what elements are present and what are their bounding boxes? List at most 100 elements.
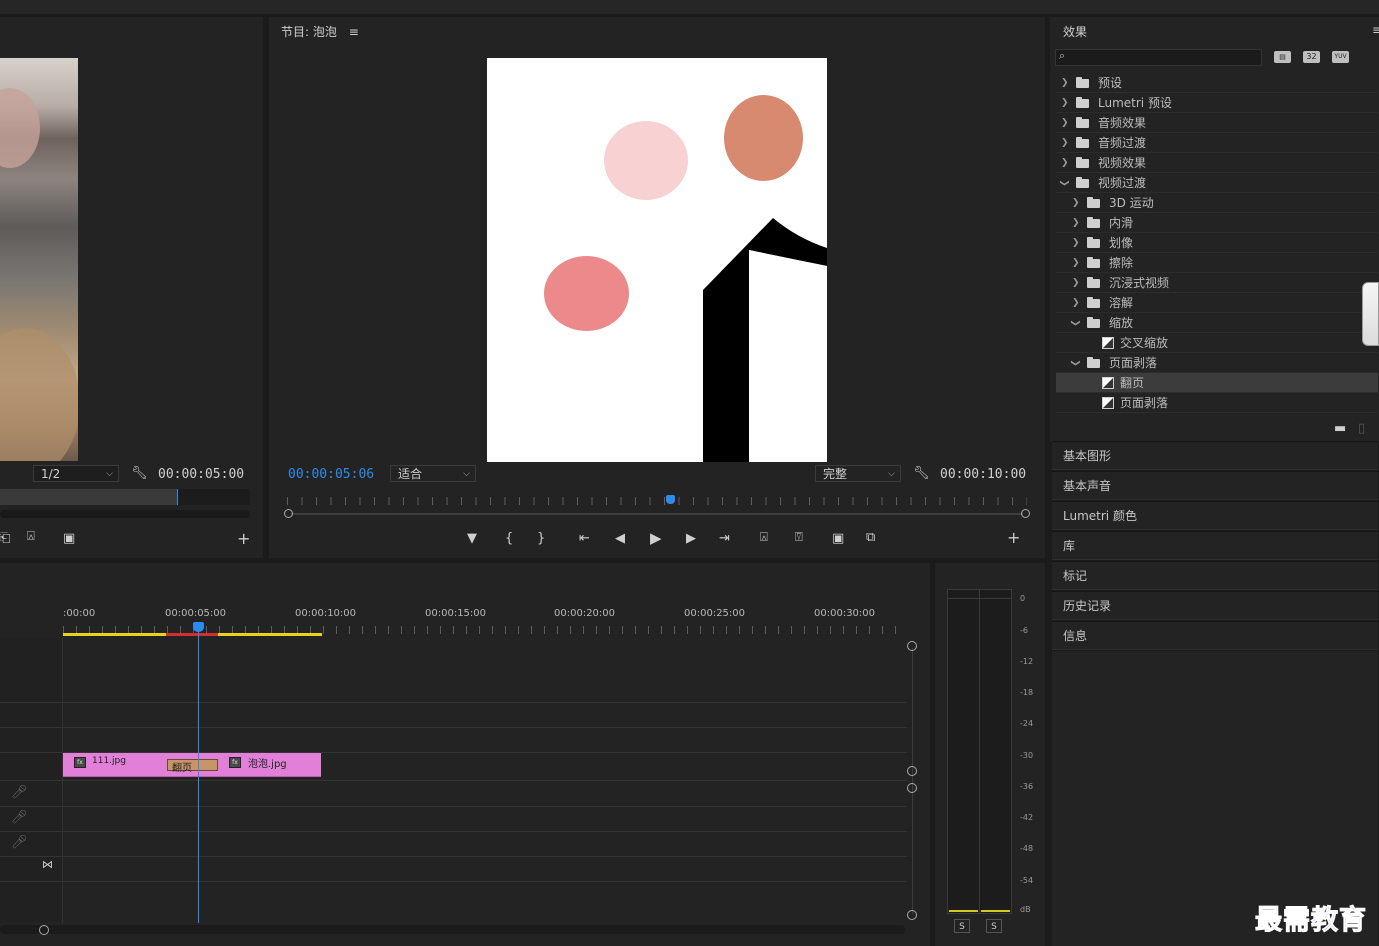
accelerated-effects-icon[interactable]: ▤	[1274, 51, 1291, 63]
track-divider-header	[0, 806, 62, 807]
top-tab-bar	[0, 0, 1379, 14]
overwrite-icon[interactable]: ⎗	[0, 532, 10, 546]
tree-item-immersive-video[interactable]: ❯ 沉浸式视频	[1056, 273, 1378, 293]
step-back-icon[interactable]: ◀	[615, 532, 625, 546]
source-scrub-bar[interactable]	[0, 489, 250, 505]
tree-item-presets[interactable]: ❯ 预设	[1056, 73, 1378, 93]
scroll-handle[interactable]	[907, 783, 917, 793]
chevron-right-icon: ❯	[1061, 98, 1069, 108]
lift-icon[interactable]: ⍓	[760, 531, 768, 545]
folder-icon	[1087, 217, 1100, 228]
source-zoom-bar[interactable]	[0, 510, 250, 518]
tree-item-dissolve[interactable]: ❯ 溶解	[1056, 293, 1378, 313]
effects-title[interactable]: 效果	[1063, 23, 1087, 40]
source-scale-dropdown[interactable]: 1/2 ⌵	[33, 465, 119, 482]
hamburger-icon[interactable]: ≡	[1372, 23, 1379, 37]
db-scale-label: -24	[1020, 719, 1034, 728]
panel-markers[interactable]: 标记	[1052, 561, 1378, 590]
tree-item-3d-motion[interactable]: ❯ 3D 运动	[1056, 193, 1378, 213]
tree-item-zoom[interactable]: ❯ 缩放	[1056, 313, 1378, 333]
program-current-time[interactable]: 00:00:05:06	[288, 467, 374, 482]
wrench-icon[interactable]: 🔧︎	[131, 467, 148, 481]
source-playhead[interactable]	[177, 489, 178, 505]
chevron-right-icon: ❯	[1061, 78, 1069, 88]
add-button-icon[interactable]: +	[1007, 530, 1020, 546]
new-bin-icon[interactable]: ▬	[1334, 422, 1346, 436]
tree-item-label: 视频效果	[1098, 156, 1147, 170]
tree-item-slide[interactable]: ❯ 内滑	[1056, 213, 1378, 233]
mark-out-icon[interactable]: }	[537, 532, 545, 546]
scroll-handle[interactable]	[907, 910, 917, 920]
program-ruler[interactable]	[287, 493, 1027, 507]
track-divider-header	[0, 856, 62, 857]
chevron-down-icon: ⌵	[888, 469, 895, 479]
extract-icon[interactable]: ⍔	[795, 531, 803, 545]
program-title-text: 节目: 泡泡	[281, 25, 337, 39]
program-fit-dropdown[interactable]: 适合 ⌵	[390, 465, 476, 482]
wrench-icon[interactable]: 🔧︎	[913, 467, 930, 481]
chevron-down-icon: ⌵	[106, 469, 113, 479]
panel-lumetri-color[interactable]: Lumetri 颜色	[1052, 501, 1378, 530]
panel-history[interactable]: 历史记录	[1052, 591, 1378, 620]
tree-item-page-turn[interactable]: 翻页	[1056, 373, 1378, 393]
export-frame-insert-icon[interactable]: ⍓	[27, 530, 35, 544]
tree-item-iris[interactable]: ❯ 划像	[1056, 233, 1378, 253]
hamburger-icon[interactable]: ≡	[349, 25, 359, 39]
tree-item-audio-effects[interactable]: ❯ 音频效果	[1056, 113, 1378, 133]
timeline-playhead-line[interactable]	[198, 630, 199, 923]
source-scrub-fill	[0, 489, 177, 505]
master-track-icon[interactable]: ⋈	[42, 858, 53, 872]
program-zoom-bar[interactable]	[284, 509, 1030, 518]
panel-essential-graphics[interactable]: 基本图形	[1052, 441, 1378, 470]
tree-item-video-effects[interactable]: ❯ 视频效果	[1056, 153, 1378, 173]
tree-item-page-peel-folder[interactable]: ❯ 页面剥落	[1056, 353, 1378, 373]
panel-info[interactable]: 信息	[1052, 621, 1378, 650]
zoom-handle-left[interactable]	[284, 509, 293, 518]
add-marker-icon[interactable]: ▼	[467, 532, 477, 546]
vertical-scroll-track[interactable]	[912, 648, 913, 914]
panel-essential-sound[interactable]: 基本声音	[1052, 471, 1378, 500]
32bit-effects-icon[interactable]: 32	[1303, 51, 1320, 63]
microphone-icon[interactable]: 🎤︎	[11, 786, 28, 800]
scroll-handle[interactable]	[907, 641, 917, 651]
program-quality-dropdown[interactable]: 完整 ⌵	[815, 465, 901, 482]
track-divider	[62, 780, 907, 781]
step-forward-icon[interactable]: ▶	[686, 532, 696, 546]
tree-item-video-transitions[interactable]: ❯ 视频过渡	[1056, 173, 1378, 193]
program-playhead-marker[interactable]	[666, 495, 675, 504]
db-scale-label: -12	[1020, 657, 1034, 666]
scroll-handle[interactable]	[907, 766, 917, 776]
timeline-playhead-marker[interactable]	[193, 622, 204, 632]
tree-item-lumetri-presets[interactable]: ❯ Lumetri 预设	[1056, 93, 1378, 113]
solo-button-right[interactable]: S	[986, 919, 1002, 933]
track-divider-header	[0, 831, 62, 832]
microphone-icon[interactable]: 🎤︎	[11, 811, 28, 825]
chevron-down-icon: ❯	[1058, 179, 1069, 187]
scroll-handle[interactable]	[39, 925, 49, 935]
go-to-out-icon[interactable]: ⇥	[719, 532, 730, 546]
transition-clip[interactable]: 翻页	[167, 759, 218, 774]
chevron-right-icon: ❯	[1072, 198, 1080, 208]
zoom-handle-right[interactable]	[1021, 509, 1030, 518]
solo-button-left[interactable]: S	[954, 919, 970, 933]
yuv-effects-icon[interactable]: YUV	[1332, 51, 1349, 63]
panel-libraries[interactable]: 库	[1052, 531, 1378, 560]
zoom-bar-track	[291, 513, 1023, 515]
program-title[interactable]: 节目: 泡泡 ≡	[281, 23, 359, 40]
trash-icon[interactable]: ▯	[1358, 422, 1365, 436]
effects-search-input[interactable]: ⌕	[1055, 49, 1262, 66]
microphone-icon[interactable]: 🎤︎	[11, 836, 28, 850]
go-to-in-icon[interactable]: ⇤	[579, 532, 590, 546]
play-icon[interactable]: ▶	[650, 531, 662, 546]
tree-item-page-peel[interactable]: 页面剥落	[1056, 393, 1378, 413]
camera-icon[interactable]: ▣	[832, 532, 844, 546]
add-button-icon[interactable]: +	[237, 531, 250, 547]
track-divider-header	[0, 702, 62, 703]
mark-in-icon[interactable]: {	[505, 532, 513, 546]
compare-view-icon[interactable]: ⧉	[866, 531, 875, 545]
tree-item-cross-zoom[interactable]: 交叉缩放	[1056, 333, 1378, 353]
tree-item-wipe[interactable]: ❯ 擦除	[1056, 253, 1378, 273]
horizontal-scroll-bar[interactable]	[0, 925, 905, 934]
camera-icon[interactable]: ▣	[63, 532, 75, 546]
tree-item-audio-transitions[interactable]: ❯ 音频过渡	[1056, 133, 1378, 153]
